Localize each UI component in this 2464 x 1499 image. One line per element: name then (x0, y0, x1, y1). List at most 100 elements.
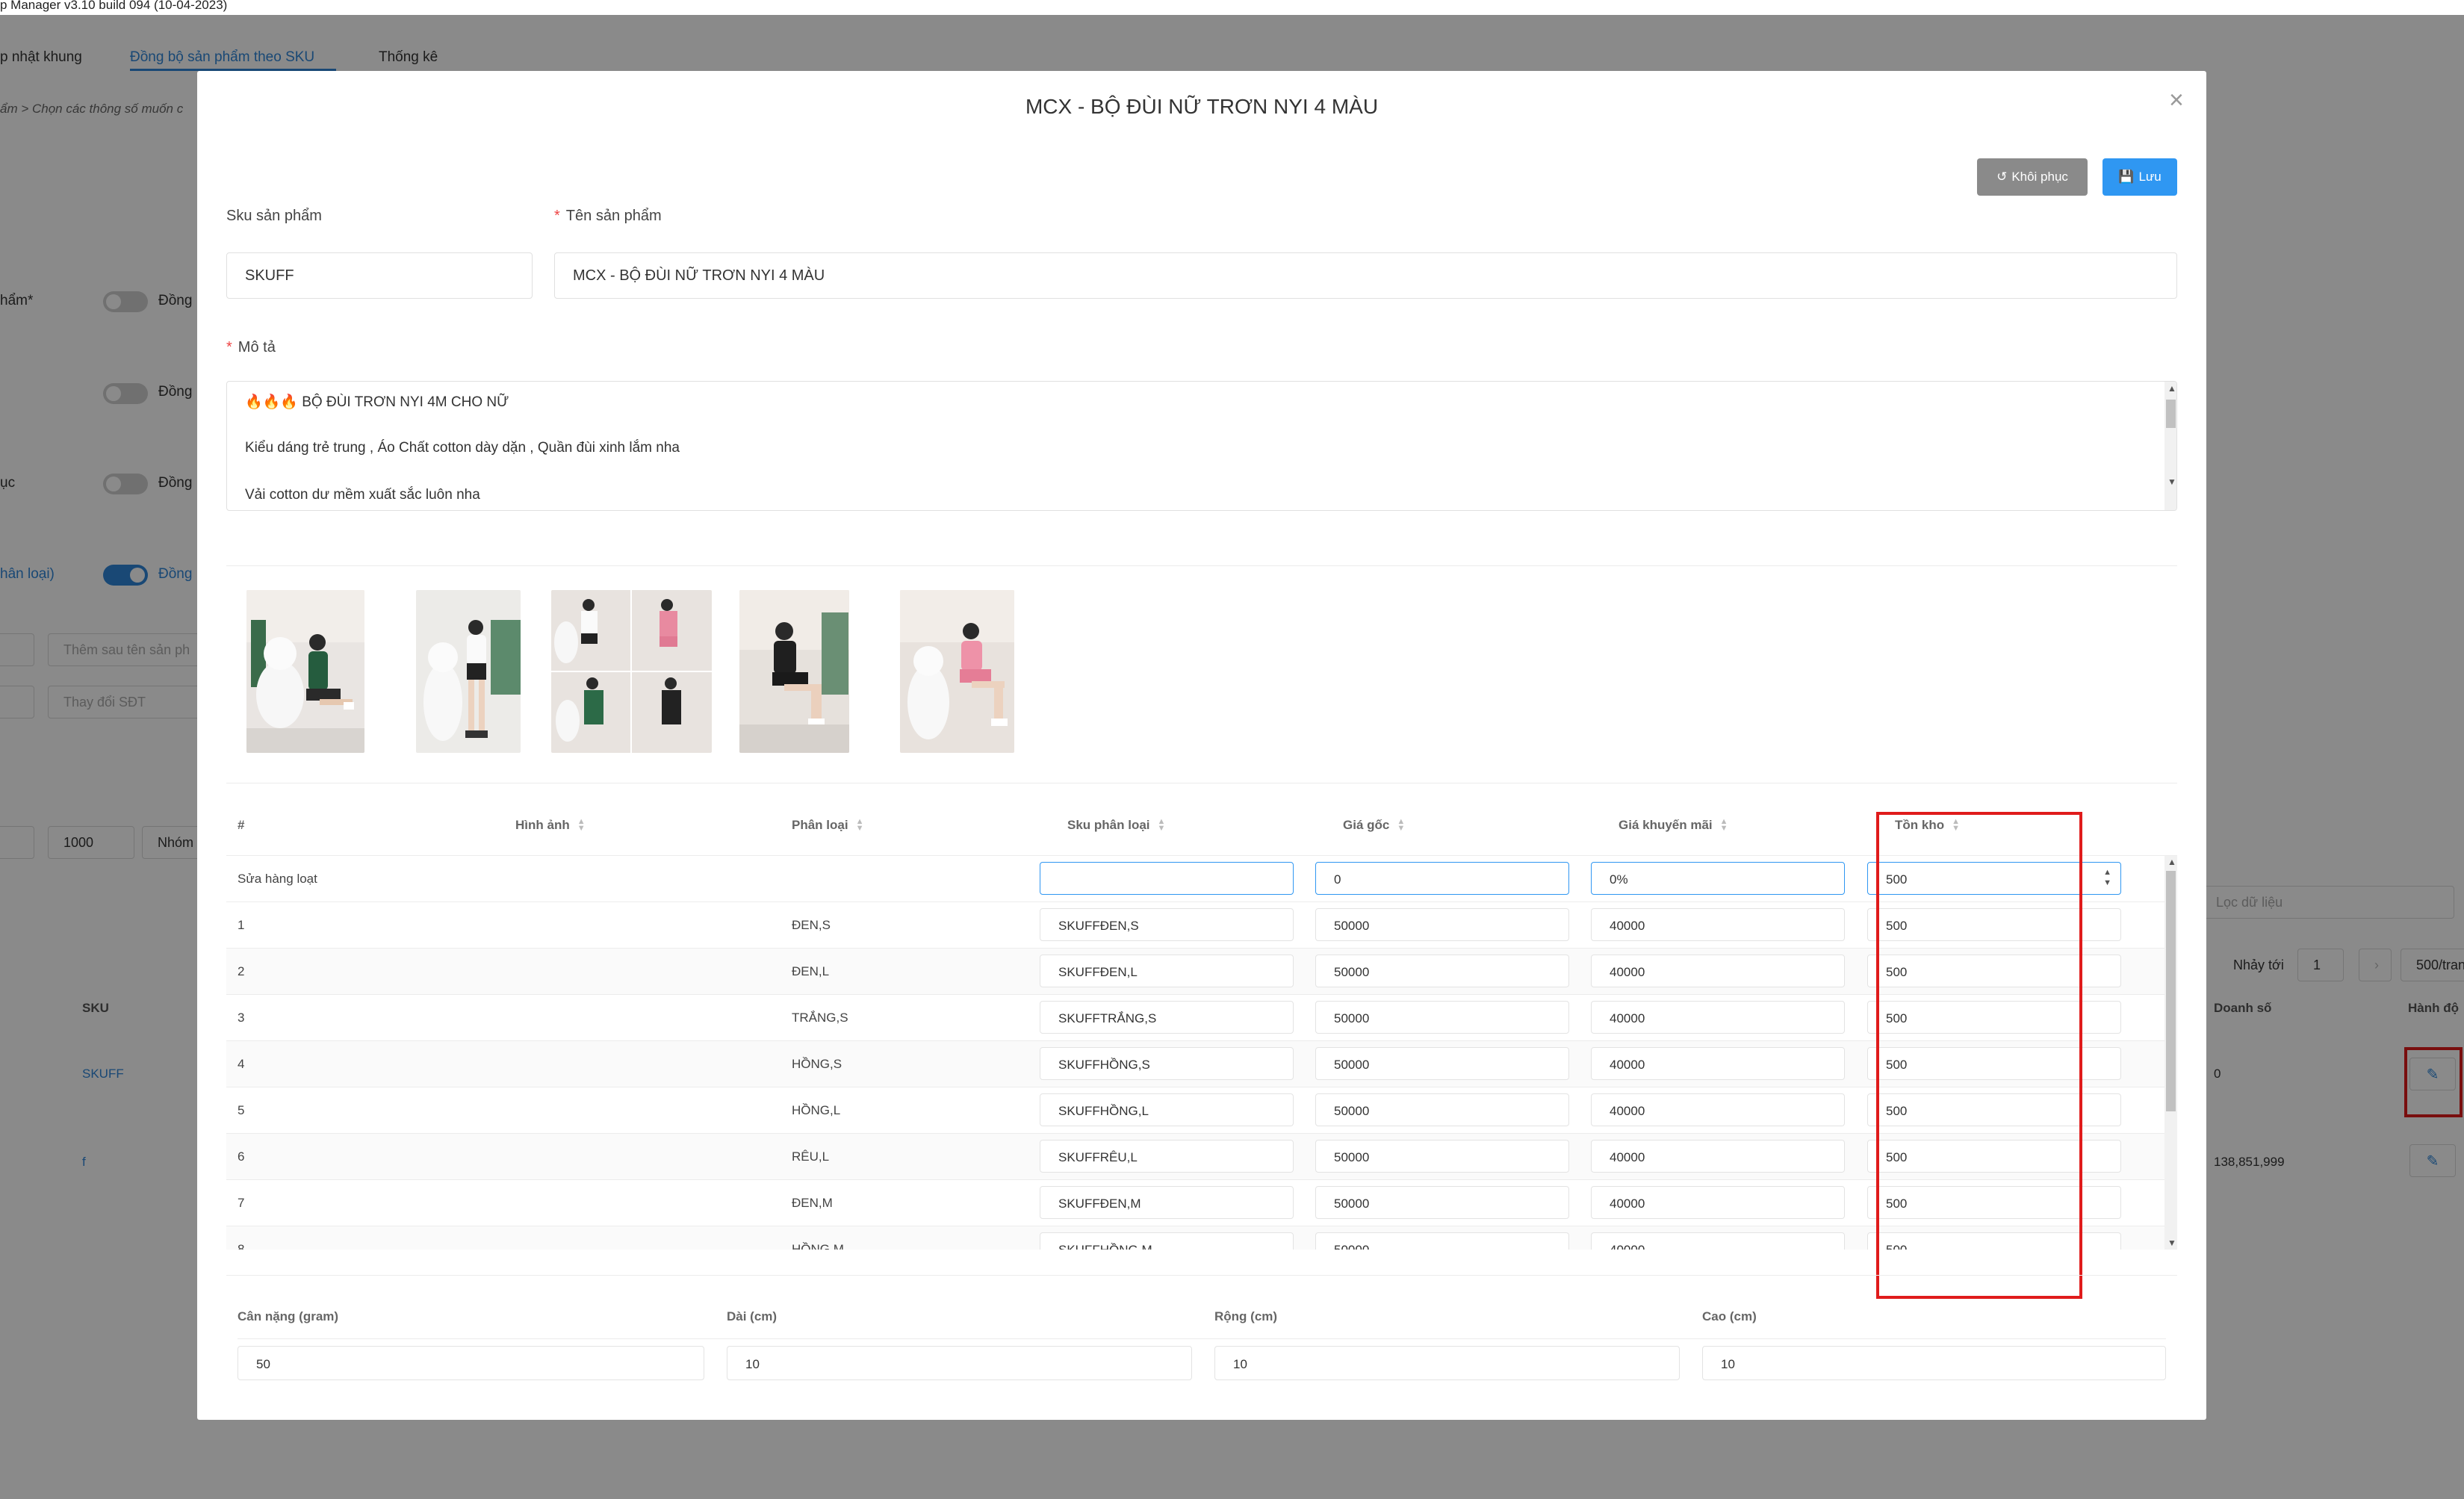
desc-scroll-up[interactable]: ▲ (2167, 384, 2176, 393)
row-index: 8 (238, 1242, 245, 1250)
column-variant[interactable]: Phân loại ▲ ▼ (792, 818, 863, 833)
variant-sku-input[interactable]: SKUFFHỒNG,L (1040, 1093, 1294, 1126)
table-row: 4 HỒNG,S SKUFFHỒNG,S 50000 40000 500 (226, 1041, 2164, 1087)
row-index: 4 (238, 1057, 245, 1071)
description-textarea[interactable]: 🔥🔥🔥 BỘ ĐÙI TRƠN NYI 4M CHO NỮ Kiểu dáng … (226, 381, 2177, 511)
desc-scrollbar[interactable]: ▲ ▼ (2164, 382, 2176, 510)
height-label: Cao (cm) (1702, 1309, 1757, 1323)
column-index: # (238, 818, 245, 832)
bulk-edit-row: Sửa hàng loạt 0 0% 500 ▲ ▼ (226, 856, 2164, 902)
sort-icon: ▲ ▼ (1157, 817, 1166, 833)
desc-scroll-thumb[interactable] (2166, 400, 2176, 428)
undo-icon: ↺ (1996, 170, 2008, 184)
height-input[interactable]: 10 (1702, 1346, 2166, 1380)
price-input[interactable]: 50000 (1315, 1093, 1569, 1126)
table-row: 3 TRẮNG,S SKUFFTRẮNG,S 50000 40000 500 (226, 995, 2164, 1041)
table-row: 1 ĐEN,S SKUFFĐEN,S 50000 40000 500 (226, 902, 2164, 949)
name-field[interactable]: MCX - BỘ ĐÙI NỮ TRƠN NYI 4 MÀU (554, 252, 2177, 299)
save-button-label: Lưu (2138, 170, 2162, 184)
sale-price-input[interactable]: 40000 (1591, 1186, 1845, 1219)
price-input[interactable]: 50000 (1315, 1140, 1569, 1173)
variant-sku-input[interactable]: SKUFFĐEN,L (1040, 955, 1294, 987)
variant-name: ĐEN,S (792, 918, 831, 932)
bulk-price-input[interactable]: 0 (1315, 862, 1569, 895)
sku-field[interactable]: SKUFF (226, 252, 533, 299)
table-row: 2 ĐEN,L SKUFFĐEN,L 50000 40000 500 (226, 949, 2164, 995)
table-row: 8 HỒNG,M SKUFFHỒNG,M 50000 40000 500 (226, 1226, 2164, 1250)
price-input[interactable]: 50000 (1315, 1186, 1569, 1219)
row-index: 5 (238, 1103, 245, 1117)
table-scroll-up[interactable]: ▲ (2167, 857, 2176, 866)
product-image-5[interactable] (900, 590, 1014, 753)
sort-icon: ▲ ▼ (577, 817, 586, 833)
sale-price-input[interactable]: 40000 (1591, 1232, 1845, 1250)
sale-price-input[interactable]: 40000 (1591, 1093, 1845, 1126)
divider-1 (226, 565, 2177, 566)
variant-sku-input[interactable]: SKUFFHỒNG,S (1040, 1047, 1294, 1080)
variant-name: ĐEN,L (792, 964, 830, 978)
edit-product-modal: MCX - BỘ ĐÙI NỮ TRƠN NYI 4 MÀU × ↺ Khôi … (197, 71, 2206, 1420)
width-label: Rộng (cm) (1214, 1309, 1278, 1323)
column-price[interactable]: Giá gốc ▲ ▼ (1343, 818, 1405, 833)
bulk-sale-input[interactable]: 0% (1591, 862, 1845, 895)
length-label: Dài (cm) (727, 1309, 778, 1323)
table-row: 7 ĐEN,M SKUFFĐEN,M 50000 40000 500 (226, 1180, 2164, 1226)
variant-name: RÊU,L (792, 1149, 830, 1164)
weight-input[interactable]: 50 (238, 1346, 704, 1380)
variant-name: ĐEN,M (792, 1196, 833, 1210)
sale-price-input[interactable]: 40000 (1591, 1047, 1845, 1080)
product-image-1[interactable] (246, 590, 364, 753)
price-input[interactable]: 50000 (1315, 955, 1569, 987)
sort-icon: ▲ ▼ (1719, 817, 1728, 833)
desc-scroll-down[interactable]: ▼ (2167, 477, 2176, 486)
price-input[interactable]: 50000 (1315, 1001, 1569, 1034)
sale-price-input[interactable]: 40000 (1591, 908, 1845, 941)
sort-icon: ▲ ▼ (855, 817, 864, 833)
variant-name: HỒNG,S (792, 1057, 842, 1071)
column-image[interactable]: Hình ảnh ▲ ▼ (515, 818, 586, 833)
desc-line-2: Kiểu dáng trẻ trung , Áo Chất cotton dày… (245, 440, 680, 456)
variant-sku-input[interactable]: SKUFFĐEN,M (1040, 1186, 1294, 1219)
row-index: 7 (238, 1196, 245, 1210)
sort-icon: ▲ ▼ (1397, 817, 1406, 833)
product-image-2[interactable] (416, 590, 521, 753)
name-field-label: * Tên sản phẩm (554, 208, 662, 224)
variant-sku-input[interactable]: SKUFFTRẮNG,S (1040, 1001, 1294, 1034)
variant-name: HỒNG,L (792, 1103, 841, 1117)
row-index: 1 (238, 918, 245, 932)
save-button[interactable]: 💾 Lưu (2103, 158, 2177, 196)
variant-sku-input[interactable]: SKUFFHỒNG,M (1040, 1232, 1294, 1250)
weight-label: Cân nặng (gram) (238, 1309, 339, 1323)
bulk-edit-label: Sửa hàng loạt (238, 872, 317, 886)
column-variant-sku[interactable]: Sku phân loại ▲ ▼ (1067, 818, 1165, 833)
sale-price-input[interactable]: 40000 (1591, 1001, 1845, 1034)
number-spinner-icon[interactable]: ▲ ▼ (2103, 867, 2111, 888)
length-input[interactable]: 10 (727, 1346, 1192, 1380)
variant-sku-input[interactable]: SKUFFRÊU,L (1040, 1140, 1294, 1173)
variant-name: TRẮNG,S (792, 1011, 848, 1025)
restore-button[interactable]: ↺ Khôi phục (1977, 158, 2088, 196)
modal-title: MCX - BỘ ĐÙI NỮ TRƠN NYI 4 MÀU (1025, 95, 1379, 118)
desc-line-3: Vải cotton dư mềm xuất sắc luôn nha (245, 487, 480, 503)
sale-price-input[interactable]: 40000 (1591, 955, 1845, 987)
width-input[interactable]: 10 (1214, 1346, 1680, 1380)
table-scroll-down[interactable]: ▼ (2167, 1238, 2176, 1247)
divider-3 (226, 1275, 2177, 1276)
product-image-3[interactable] (551, 590, 712, 753)
variant-sku-input[interactable]: SKUFFĐEN,S (1040, 908, 1294, 941)
bulk-sku-input[interactable] (1040, 862, 1294, 895)
sku-field-label: Sku sản phẩm (226, 208, 322, 224)
price-input[interactable]: 50000 (1315, 908, 1569, 941)
price-input[interactable]: 50000 (1315, 1232, 1569, 1250)
price-input[interactable]: 50000 (1315, 1047, 1569, 1080)
sale-price-input[interactable]: 40000 (1591, 1140, 1845, 1173)
highlight-stock-column (1876, 812, 2082, 1299)
variant-name: HỒNG,M (792, 1242, 844, 1250)
close-icon[interactable]: × (2169, 87, 2184, 113)
column-sale-price[interactable]: Giá khuyến mãi ▲ ▼ (1619, 818, 1728, 833)
table-scrollbar[interactable]: ▲ ▼ (2164, 856, 2177, 1250)
product-image-4[interactable] (739, 590, 849, 753)
row-index: 3 (238, 1011, 245, 1025)
desc-line-1: 🔥🔥🔥 BỘ ĐÙI TRƠN NYI 4M CHO NỮ (245, 394, 509, 410)
table-scroll-thumb[interactable] (2166, 871, 2176, 1111)
